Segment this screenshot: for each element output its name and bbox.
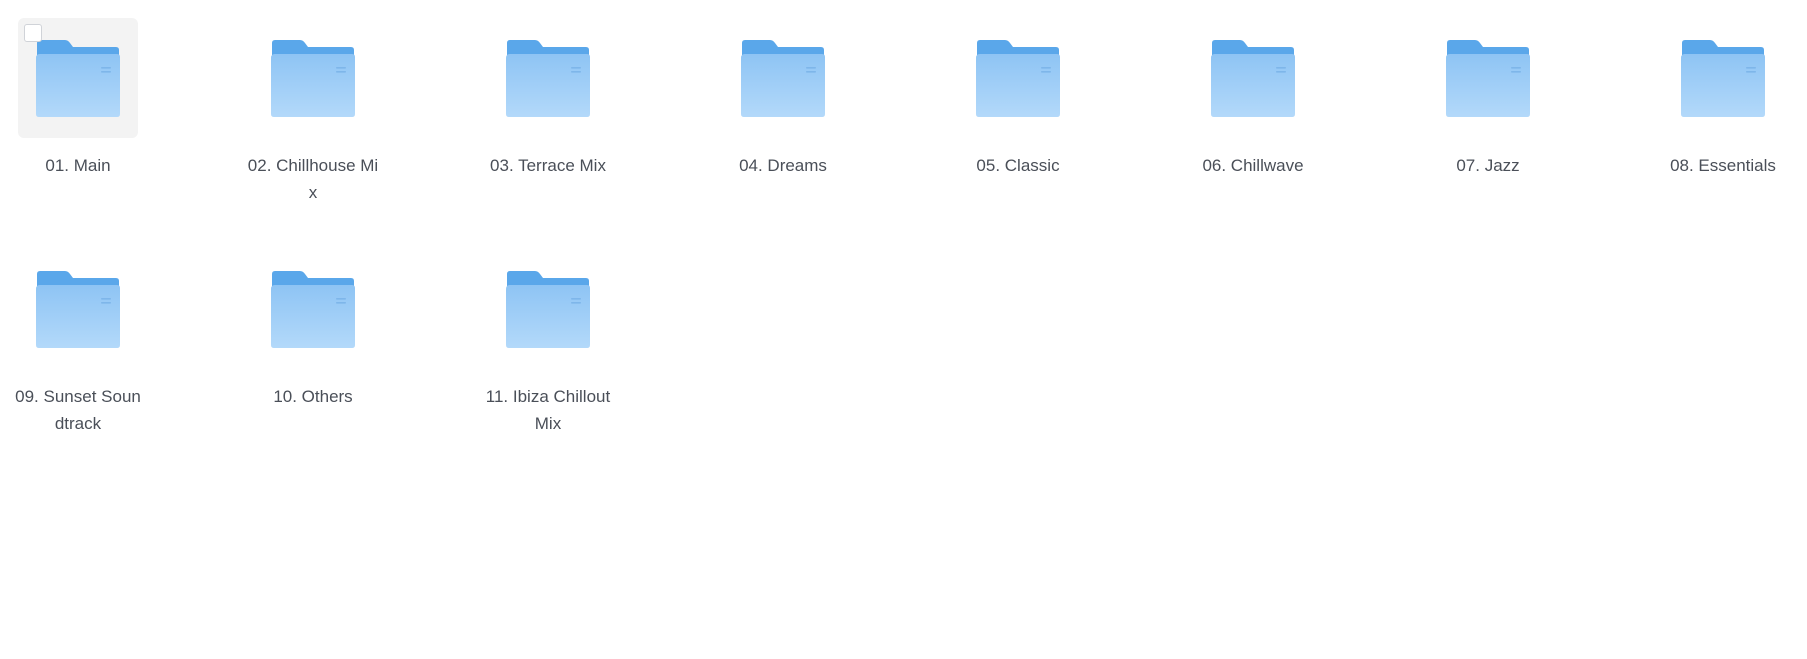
folder-icon	[270, 270, 356, 348]
folder-tile[interactable]	[1428, 18, 1548, 138]
folder-tile[interactable]	[253, 249, 373, 369]
folder-tile[interactable]	[18, 249, 138, 369]
folder-tile[interactable]	[723, 18, 843, 138]
folder-icon	[1680, 39, 1766, 117]
folder-icon	[505, 270, 591, 348]
folder-name: 10. Others	[273, 387, 353, 406]
folder-tile[interactable]	[1663, 18, 1783, 138]
folder-item[interactable]: 06. Chillwave	[1178, 18, 1328, 179]
folder-item[interactable]: 09. Sunset Soundtrack	[3, 249, 153, 437]
folder-icon	[1445, 39, 1531, 117]
folder-item[interactable]: 11. Ibiza Chillout Mix	[473, 249, 623, 437]
folder-item[interactable]: 01. Main	[3, 18, 153, 179]
folder-item[interactable]: 07. Jazz	[1413, 18, 1563, 179]
folder-tile[interactable]	[958, 18, 1078, 138]
folder-item[interactable]: 05. Classic	[943, 18, 1093, 179]
folder-tile-selected[interactable]	[18, 18, 138, 138]
folder-name: 05. Classic	[976, 156, 1060, 175]
folder-name: 11. Ibiza Chillout Mix	[485, 387, 611, 433]
folder-item[interactable]: 02. Chillhouse Mix	[238, 18, 388, 206]
folder-icon	[270, 39, 356, 117]
folder-tile[interactable]	[253, 18, 373, 138]
folder-tile[interactable]	[1193, 18, 1313, 138]
folder-name: 02. Chillhouse Mix	[247, 156, 379, 202]
folder-name: 08. Essentials	[1670, 156, 1776, 175]
select-checkbox[interactable]	[24, 24, 42, 42]
folder-item[interactable]: 04. Dreams	[708, 18, 858, 179]
folder-icon	[975, 39, 1061, 117]
folder-tile[interactable]	[488, 18, 608, 138]
folder-tile[interactable]	[488, 249, 608, 369]
folder-name: 01. Main	[45, 156, 111, 175]
folder-name: 04. Dreams	[739, 156, 827, 175]
folder-icon	[35, 270, 121, 348]
folder-item[interactable]: 10. Others	[238, 249, 388, 410]
folder-item[interactable]: 03. Terrace Mix	[473, 18, 623, 179]
folder-icon	[505, 39, 591, 117]
folder-name: 09. Sunset Soundtrack	[15, 387, 141, 433]
folder-item[interactable]: 08. Essentials	[1648, 18, 1798, 179]
folder-name: 03. Terrace Mix	[490, 156, 606, 175]
folder-name: 06. Chillwave	[1202, 156, 1304, 175]
folder-name: 07. Jazz	[1456, 156, 1520, 175]
folder-icon	[35, 39, 121, 117]
folder-icon	[1210, 39, 1296, 117]
file-grid: 01. Main 02. Chillhouse Mix 03. Terrace …	[0, 0, 1807, 659]
folder-icon	[740, 39, 826, 117]
